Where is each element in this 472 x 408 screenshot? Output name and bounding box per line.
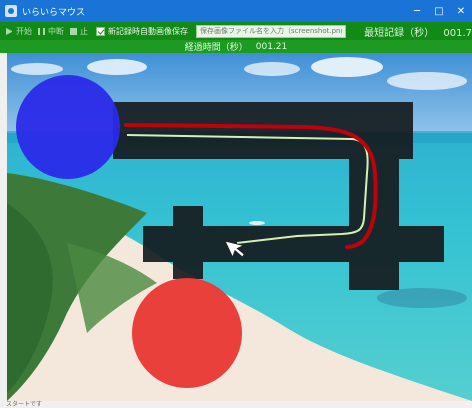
checkbox-checked-icon	[96, 26, 105, 36]
best-record-label: 最短記録（秒）	[364, 27, 435, 39]
status-text: スタートです	[6, 401, 43, 408]
elapsed-time-value: 001.21	[255, 41, 288, 52]
autosave-checkbox[interactable]: 新記録時自動画像保存	[96, 26, 188, 37]
course-svg[interactable]	[7, 53, 472, 401]
maze-wall-left-vertical	[173, 206, 203, 279]
start-button[interactable]: 开始	[6, 26, 32, 37]
maze-wall-right-bottom-stub	[349, 262, 399, 290]
goal-circle[interactable]	[132, 278, 242, 388]
stop-button[interactable]: 止	[70, 26, 88, 37]
elapsed-time-bar: 経過時間（秒） 001.21	[0, 40, 472, 53]
pause-label: 中断	[48, 26, 64, 36]
start-circle[interactable]	[16, 75, 120, 179]
play-icon	[6, 27, 13, 35]
title-bar: いらいらマウス ─ □ ✕	[0, 0, 472, 22]
app-icon	[5, 5, 17, 17]
stop-label: 止	[80, 26, 88, 36]
game-canvas[interactable]	[7, 53, 472, 401]
minimize-icon[interactable]: ─	[406, 0, 428, 22]
pause-icon	[38, 27, 45, 35]
elapsed-time-label: 経過時間（秒）	[184, 43, 248, 53]
start-label: 开始	[16, 26, 32, 36]
close-icon[interactable]: ✕	[450, 0, 472, 22]
toolbar: 开始 中断 止 新記録時自動画像保存 最短記録（秒） 001.7	[0, 22, 472, 40]
stop-icon	[70, 27, 77, 35]
window-controls: ─ □ ✕	[406, 0, 472, 22]
window-title: いらいらマウス	[22, 7, 86, 18]
autosave-label: 新記録時自動画像保存	[108, 26, 188, 36]
maximize-icon[interactable]: □	[428, 0, 450, 22]
pause-button[interactable]: 中断	[38, 26, 64, 37]
best-record: 最短記録（秒） 001.7	[364, 24, 472, 39]
status-bar: スタートです	[0, 401, 472, 408]
best-record-value: 001.7	[443, 27, 472, 39]
filename-input[interactable]	[196, 24, 346, 38]
